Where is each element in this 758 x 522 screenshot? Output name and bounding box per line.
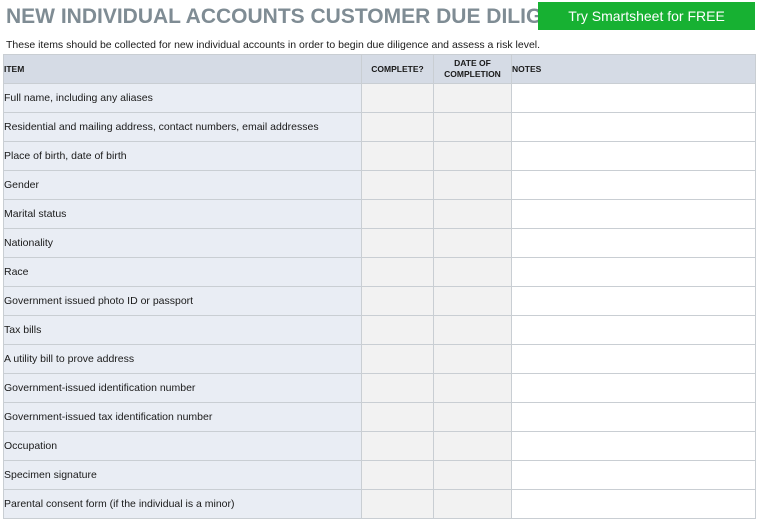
notes-cell[interactable]: [511, 431, 756, 461]
item-cell: Parental consent form (if the individual…: [3, 489, 362, 519]
notes-cell[interactable]: [511, 141, 756, 171]
item-cell: Specimen signature: [3, 460, 362, 490]
column-header-date-of-completion: DATE OF COMPLETION: [433, 54, 512, 84]
intro-text: These items should be collected for new …: [6, 39, 541, 51]
date-of-completion-cell[interactable]: [433, 344, 512, 374]
date-of-completion-cell[interactable]: [433, 402, 512, 432]
table-row: Government issued photo ID or passport: [3, 286, 756, 316]
notes-cell[interactable]: [511, 489, 756, 519]
complete-cell[interactable]: [361, 431, 434, 461]
item-cell: Residential and mailing address, contact…: [3, 112, 362, 142]
date-of-completion-cell[interactable]: [433, 431, 512, 461]
item-cell: Occupation: [3, 431, 362, 461]
item-cell: Government-issued identification number: [3, 373, 362, 403]
complete-cell[interactable]: [361, 199, 434, 229]
notes-cell[interactable]: [511, 83, 756, 113]
complete-cell[interactable]: [361, 286, 434, 316]
complete-cell[interactable]: [361, 228, 434, 258]
date-of-completion-cell[interactable]: [433, 257, 512, 287]
table-header-row: ITEM COMPLETE? DATE OF COMPLETION NOTES: [3, 54, 756, 84]
complete-cell[interactable]: [361, 373, 434, 403]
date-of-completion-cell[interactable]: [433, 228, 512, 258]
complete-cell[interactable]: [361, 460, 434, 490]
column-header-complete: COMPLETE?: [361, 54, 434, 84]
notes-cell[interactable]: [511, 286, 756, 316]
complete-cell[interactable]: [361, 344, 434, 374]
table-row: Government-issued identification number: [3, 373, 756, 403]
notes-cell[interactable]: [511, 344, 756, 374]
date-of-completion-cell[interactable]: [433, 373, 512, 403]
table-row: Race: [3, 257, 756, 287]
complete-cell[interactable]: [361, 170, 434, 200]
table-row: Government-issued tax identification num…: [3, 402, 756, 432]
column-header-item: ITEM: [3, 54, 362, 84]
checklist-page: NEW INDIVIDUAL ACCOUNTS CUSTOMER DUE DIL…: [0, 0, 758, 522]
item-cell: Gender: [3, 170, 362, 200]
complete-cell[interactable]: [361, 489, 434, 519]
due-diligence-table: ITEM COMPLETE? DATE OF COMPLETION NOTES …: [3, 54, 756, 519]
item-cell: Government-issued tax identification num…: [3, 402, 362, 432]
table-row: Tax bills: [3, 315, 756, 345]
table-row: Full name, including any aliases: [3, 83, 756, 113]
complete-cell[interactable]: [361, 112, 434, 142]
table-row: A utility bill to prove address: [3, 344, 756, 374]
item-cell: Full name, including any aliases: [3, 83, 362, 113]
complete-cell[interactable]: [361, 141, 434, 171]
notes-cell[interactable]: [511, 257, 756, 287]
date-of-completion-cell[interactable]: [433, 460, 512, 490]
table-row: Place of birth, date of birth: [3, 141, 756, 171]
item-cell: Government issued photo ID or passport: [3, 286, 362, 316]
notes-cell[interactable]: [511, 170, 756, 200]
complete-cell[interactable]: [361, 402, 434, 432]
column-header-date-line1: DATE OF: [454, 58, 491, 68]
table-row: Occupation: [3, 431, 756, 461]
notes-cell[interactable]: [511, 373, 756, 403]
date-of-completion-cell[interactable]: [433, 141, 512, 171]
date-of-completion-cell[interactable]: [433, 315, 512, 345]
complete-cell[interactable]: [361, 83, 434, 113]
complete-cell[interactable]: [361, 315, 434, 345]
table-row: Marital status: [3, 199, 756, 229]
date-of-completion-cell[interactable]: [433, 199, 512, 229]
notes-cell[interactable]: [511, 315, 756, 345]
date-of-completion-cell[interactable]: [433, 489, 512, 519]
date-of-completion-cell[interactable]: [433, 83, 512, 113]
column-header-date-line2: COMPLETION: [444, 69, 501, 79]
item-cell: A utility bill to prove address: [3, 344, 362, 374]
notes-cell[interactable]: [511, 199, 756, 229]
notes-cell[interactable]: [511, 112, 756, 142]
table-row: Gender: [3, 170, 756, 200]
date-of-completion-cell[interactable]: [433, 170, 512, 200]
table-row: Parental consent form (if the individual…: [3, 489, 756, 519]
table-row: Residential and mailing address, contact…: [3, 112, 756, 142]
notes-cell[interactable]: [511, 460, 756, 490]
column-header-notes: NOTES: [511, 54, 756, 84]
try-smartsheet-button[interactable]: Try Smartsheet for FREE: [538, 2, 755, 30]
item-cell: Nationality: [3, 228, 362, 258]
complete-cell[interactable]: [361, 257, 434, 287]
date-of-completion-cell[interactable]: [433, 112, 512, 142]
notes-cell[interactable]: [511, 402, 756, 432]
item-cell: Marital status: [3, 199, 362, 229]
table-row: Specimen signature: [3, 460, 756, 490]
table-row: Nationality: [3, 228, 756, 258]
table-body: Full name, including any aliases Resident…: [3, 83, 756, 519]
item-cell: Race: [3, 257, 362, 287]
item-cell: Place of birth, date of birth: [3, 141, 362, 171]
notes-cell[interactable]: [511, 228, 756, 258]
date-of-completion-cell[interactable]: [433, 286, 512, 316]
item-cell: Tax bills: [3, 315, 362, 345]
page-title: NEW INDIVIDUAL ACCOUNTS CUSTOMER DUE DIL…: [6, 5, 601, 28]
